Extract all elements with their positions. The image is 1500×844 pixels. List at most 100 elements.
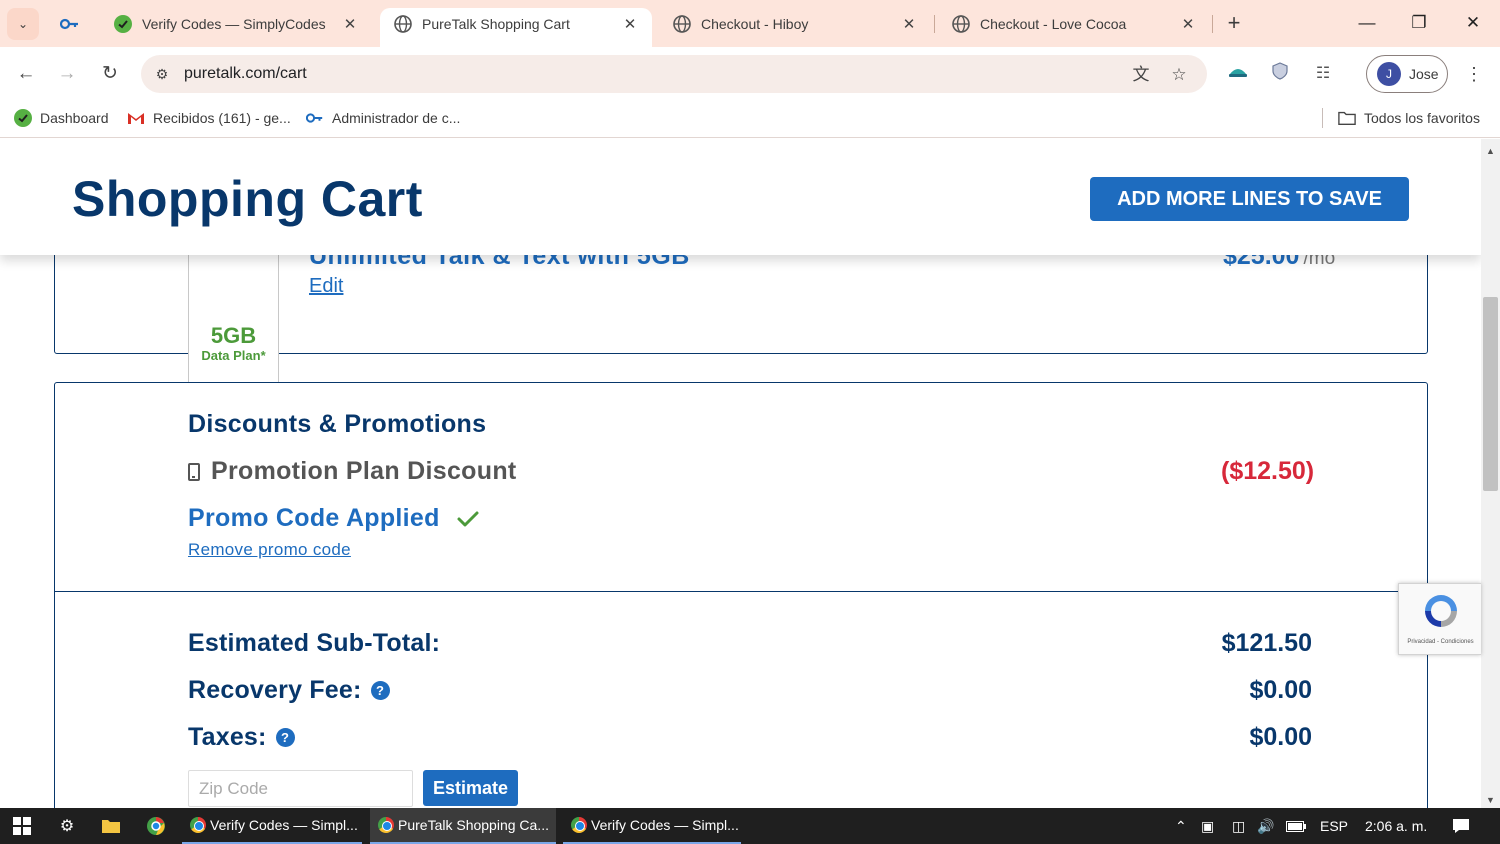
close-icon[interactable]: ✕ bbox=[901, 15, 917, 33]
bookmark-star-icon[interactable]: ☆ bbox=[1168, 64, 1190, 86]
clock[interactable]: 2:06 a. m. bbox=[1365, 808, 1427, 844]
tab-separator bbox=[1212, 15, 1213, 33]
forward-button[interactable]: → bbox=[52, 59, 82, 89]
subtotal-value: $121.50 bbox=[1221, 629, 1312, 657]
back-button[interactable]: ← bbox=[11, 59, 41, 89]
avatar: J bbox=[1377, 62, 1401, 86]
notifications-icon[interactable] bbox=[1452, 808, 1470, 844]
key-icon bbox=[306, 109, 324, 127]
close-icon[interactable]: ✕ bbox=[622, 15, 638, 33]
chrome-icon bbox=[147, 817, 165, 835]
network-icon[interactable]: ▣ bbox=[1201, 808, 1214, 844]
pinned-tab[interactable] bbox=[50, 8, 90, 40]
page-scrollbar[interactable]: ▲ ▼ bbox=[1481, 139, 1500, 808]
language-indicator[interactable]: ESP bbox=[1320, 808, 1348, 844]
battery-icon[interactable] bbox=[1286, 808, 1306, 844]
restore-button[interactable]: ❐ bbox=[1394, 8, 1444, 38]
plus-icon: + bbox=[1227, 10, 1241, 35]
volume-icon[interactable]: 🔊 bbox=[1257, 808, 1274, 844]
recovery-fee-value: $0.00 bbox=[1249, 676, 1312, 704]
chrome-button[interactable] bbox=[134, 808, 178, 844]
extensions-puzzle-icon[interactable]: ☷ bbox=[1311, 62, 1335, 86]
discounts-title: Discounts & Promotions bbox=[188, 410, 487, 438]
close-window-button[interactable]: ✕ bbox=[1448, 8, 1498, 38]
translate-icon[interactable]: 文 bbox=[1130, 64, 1152, 86]
tab-title: Checkout - Hiboy bbox=[701, 15, 809, 32]
promotion-row: Promotion Plan Discount bbox=[188, 457, 517, 486]
taskbar-app-verify-codes[interactable]: Verify Codes — Simpl... bbox=[182, 808, 362, 844]
minimize-button[interactable]: — bbox=[1342, 8, 1392, 38]
page-header: Shopping Cart ADD MORE LINES TO SAVE bbox=[0, 139, 1481, 255]
close-icon[interactable]: ✕ bbox=[342, 15, 358, 33]
tab-puretalk-cart[interactable]: PureTalk Shopping Cart ✕ bbox=[380, 8, 652, 47]
promotion-label: Promotion Plan Discount bbox=[211, 457, 517, 485]
taxes-text: Taxes: bbox=[188, 723, 267, 751]
recaptcha-badge[interactable]: Privacidad - Condiciones bbox=[1398, 583, 1481, 655]
globe-icon bbox=[673, 14, 691, 33]
tab-title: Verify Codes — SimplyCodes bbox=[142, 15, 326, 32]
reload-icon: ↻ bbox=[102, 63, 118, 84]
bookmark-gmail[interactable]: Recibidos (161) - ge... bbox=[127, 108, 291, 128]
meet-icon[interactable]: ◫ bbox=[1232, 808, 1245, 844]
estimate-button[interactable]: Estimate bbox=[423, 770, 518, 806]
chrome-icon bbox=[190, 817, 206, 833]
close-icon: ✕ bbox=[1465, 13, 1481, 32]
bookmark-label: Administrador de c... bbox=[332, 110, 461, 126]
menu-kebab-icon[interactable]: ⋮ bbox=[1462, 62, 1486, 86]
scroll-thumb[interactable] bbox=[1483, 297, 1498, 491]
remove-promo-link[interactable]: Remove promo code bbox=[188, 540, 351, 560]
gear-icon: ⚙ bbox=[59, 818, 75, 835]
bookmarks-separator bbox=[1322, 108, 1323, 128]
scroll-up-arrow-icon[interactable]: ▲ bbox=[1481, 143, 1500, 159]
site-info-icon[interactable]: ⚙ bbox=[151, 63, 173, 85]
tab-verify-codes[interactable]: Verify Codes — SimplyCodes ✕ bbox=[100, 8, 372, 47]
taskbar-app-puretalk[interactable]: PureTalk Shopping Ca... bbox=[370, 808, 556, 844]
help-icon[interactable]: ? bbox=[275, 728, 295, 747]
tab-title: Checkout - Love Cocoa bbox=[980, 15, 1127, 32]
taxes-value: $0.00 bbox=[1249, 723, 1312, 751]
chevron-down-icon: ⌄ bbox=[17, 17, 29, 31]
address-bar[interactable]: ⚙ puretalk.com/cart 文 ☆ bbox=[141, 55, 1207, 93]
zip-code-input[interactable] bbox=[188, 770, 413, 807]
start-button[interactable] bbox=[0, 808, 44, 844]
tab-checkout-love-cocoa[interactable]: Checkout - Love Cocoa ✕ bbox=[938, 8, 1210, 47]
discounts-summary-card: Discounts & Promotions Promotion Plan Di… bbox=[54, 382, 1428, 808]
recovery-fee-text: Recovery Fee: bbox=[188, 676, 362, 704]
taskbar-app-verify-codes-2[interactable]: Verify Codes — Simpl... bbox=[563, 808, 741, 844]
profile-button[interactable]: J Jose bbox=[1366, 55, 1448, 93]
simplycodes-icon bbox=[14, 109, 32, 127]
settings-button[interactable]: ⚙ bbox=[45, 808, 89, 844]
tab-checkout-hiboy[interactable]: Checkout - Hiboy ✕ bbox=[659, 8, 931, 47]
file-explorer-button[interactable] bbox=[89, 808, 133, 844]
bookmark-admin[interactable]: Administrador de c... bbox=[306, 108, 460, 128]
plan-edit-link[interactable]: Edit bbox=[309, 275, 343, 298]
reload-button[interactable]: ↻ bbox=[95, 59, 125, 89]
arrow-left-icon: ← bbox=[16, 63, 36, 84]
arrow-right-icon: → bbox=[57, 63, 77, 84]
folder-icon bbox=[1338, 109, 1356, 127]
scroll-down-arrow-icon[interactable]: ▼ bbox=[1481, 792, 1500, 808]
extension-icon[interactable] bbox=[1226, 62, 1250, 86]
tray-overflow-icon[interactable]: ⌃ bbox=[1175, 808, 1187, 844]
help-icon[interactable]: ? bbox=[370, 681, 390, 700]
bookmark-label: Recibidos (161) - ge... bbox=[153, 110, 291, 126]
url-text[interactable]: puretalk.com/cart bbox=[184, 65, 307, 83]
plan-image-caption: Data Plan* bbox=[201, 348, 266, 363]
minimize-icon: — bbox=[1358, 13, 1376, 32]
shield-icon[interactable] bbox=[1268, 62, 1292, 86]
new-tab-button[interactable]: + bbox=[1220, 10, 1248, 38]
chrome-icon bbox=[378, 817, 394, 833]
windows-icon bbox=[13, 817, 31, 835]
close-icon[interactable]: ✕ bbox=[1180, 15, 1196, 33]
gmail-icon bbox=[127, 109, 145, 127]
tab-search-button[interactable]: ⌄ bbox=[7, 8, 39, 40]
section-divider bbox=[55, 591, 1427, 592]
checkmark-icon bbox=[457, 511, 479, 527]
taskbar-app-label: Verify Codes — Simpl... bbox=[210, 817, 358, 833]
all-bookmarks-folder[interactable]: Todos los favoritos bbox=[1338, 108, 1480, 128]
globe-icon bbox=[952, 14, 970, 33]
recaptcha-icon bbox=[1425, 595, 1457, 627]
add-more-lines-button[interactable]: ADD MORE LINES TO SAVE bbox=[1090, 177, 1409, 221]
recovery-fee-label: Recovery Fee: ? bbox=[188, 676, 390, 705]
bookmark-dashboard[interactable]: Dashboard bbox=[14, 108, 109, 128]
